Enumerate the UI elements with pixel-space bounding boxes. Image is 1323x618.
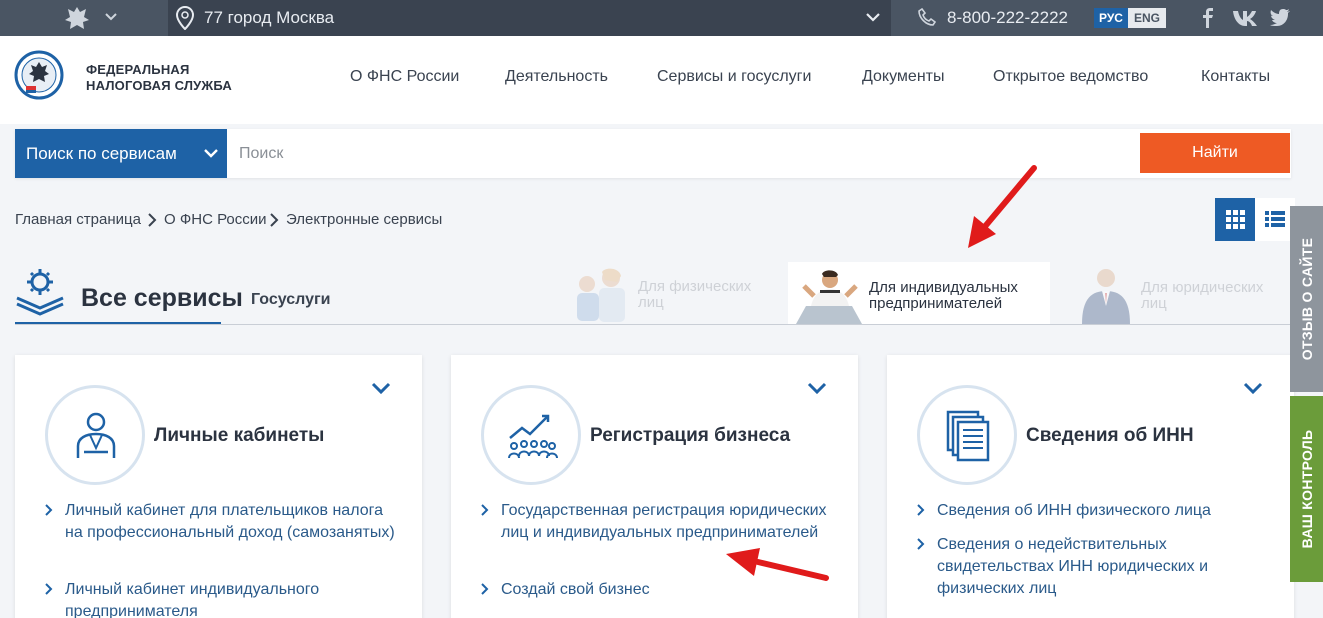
audience-entrepreneurs-line2: предпринимателей — [869, 295, 1003, 312]
twitter-icon[interactable] — [1270, 8, 1290, 26]
nav-open-agency[interactable]: Открытое ведомство — [993, 68, 1148, 86]
businessman-photo — [1082, 269, 1130, 324]
card-icon-circle — [481, 385, 581, 485]
feedback-side-tab[interactable]: ОТЗЫВ О САЙТЕ — [1290, 206, 1323, 392]
annotation-arrow — [968, 165, 1037, 248]
chevron-right-icon — [481, 583, 489, 595]
chevron-down-icon[interactable] — [807, 381, 827, 395]
region-label: 77 город Москва — [204, 8, 335, 27]
family-photo — [577, 268, 625, 322]
nav-activity[interactable]: Деятельность — [505, 68, 608, 86]
chevron-right-icon — [270, 213, 279, 227]
link-inn-individual[interactable]: Сведения об ИНН физического лица — [937, 500, 1267, 522]
list-icon — [1265, 211, 1285, 227]
breadcrumb-current: Электронные сервисы — [286, 211, 443, 228]
audience-individuals-line1: Для физических — [638, 278, 752, 295]
business-growth-icon — [508, 414, 558, 459]
emblem-icon[interactable] — [62, 4, 92, 32]
nav-documents[interactable]: Документы — [862, 68, 944, 86]
grid-icon — [1226, 210, 1245, 229]
link-state-registration[interactable]: Государственная регистрация юридических … — [501, 500, 831, 544]
audience-individuals[interactable]: Для физических лиц — [565, 262, 785, 324]
search-bar: Поиск по сервисам Найти — [15, 129, 1291, 178]
grid-view-button[interactable] — [1215, 198, 1255, 241]
card-icon-circle — [917, 385, 1017, 485]
chevron-down-icon[interactable] — [371, 381, 391, 395]
annotation-arrow — [726, 548, 829, 581]
card-personal-accounts: Личные кабинеты Личный кабинет для плате… — [15, 355, 422, 618]
audience-legal-line2: лиц — [1141, 295, 1167, 312]
tab-gosuslugi[interactable]: Госуслуги — [251, 291, 330, 309]
card-icon-circle — [45, 385, 145, 485]
audience-entrepreneurs[interactable]: Для индивидуальных предпринимателей — [788, 262, 1050, 324]
phone-icon — [918, 8, 936, 26]
logo-text-line2: НАЛОГОВАЯ СЛУЖБА — [86, 78, 233, 93]
breadcrumb-home[interactable]: Главная страница — [15, 211, 141, 228]
feedback-side-label: ОТЗЫВ О САЙТЕ — [1298, 237, 1315, 361]
location-pin-icon — [176, 6, 194, 30]
vk-icon[interactable] — [1232, 8, 1260, 28]
breadcrumb-about[interactable]: О ФНС России — [164, 211, 267, 228]
chevron-down-icon — [866, 13, 880, 22]
link-invalid-inn-certificates[interactable]: Сведения о недействительных свидетельств… — [937, 534, 1267, 600]
nav-contacts[interactable]: Контакты — [1201, 68, 1270, 86]
facebook-icon[interactable] — [1202, 8, 1214, 28]
card-title: Сведения об ИНН — [1026, 425, 1194, 446]
person-icon — [76, 412, 116, 458]
lang-ru-button[interactable]: РУС — [1094, 8, 1128, 28]
audience-individuals-line2: лиц — [638, 294, 664, 311]
search-scope-label: Поиск по сервисам — [26, 144, 177, 163]
logo-text-line1: ФЕДЕРАЛЬНАЯ — [86, 62, 190, 77]
entrepreneur-photo — [796, 270, 862, 324]
audience-entrepreneurs-line1: Для индивидуальных — [869, 279, 1018, 296]
region-selector[interactable]: 77 город Москва — [168, 0, 891, 36]
link-self-employed-cabinet[interactable]: Личный кабинет для плательщиков налога н… — [65, 500, 395, 544]
chevron-right-icon — [148, 213, 157, 227]
lang-en-button[interactable]: ENG — [1128, 8, 1166, 28]
search-scope-select[interactable]: Поиск по сервисам — [15, 129, 227, 178]
chevron-right-icon — [917, 538, 925, 550]
card-title: Личные кабинеты — [154, 425, 325, 446]
card-title: Регистрация бизнеса — [590, 425, 791, 446]
list-view-button[interactable] — [1255, 198, 1295, 241]
nav-services[interactable]: Сервисы и госуслуги — [657, 68, 811, 86]
site-header: ФЕДЕРАЛЬНАЯ НАЛОГОВАЯ СЛУЖБА О ФНС Росси… — [0, 36, 1323, 124]
nav-about[interactable]: О ФНС России — [350, 68, 459, 86]
chevron-right-icon — [45, 583, 53, 595]
audience-legal-line1: Для юридических — [1141, 279, 1264, 296]
tabs-divider — [15, 324, 1291, 325]
your-control-side-tab[interactable]: ВАШ КОНТРОЛЬ — [1290, 396, 1323, 582]
card-inn-info: Сведения об ИНН Сведения об ИНН физическ… — [887, 355, 1294, 618]
fns-logo-icon[interactable] — [14, 50, 64, 100]
gear-stack-icon — [16, 269, 64, 316]
hotline-phone[interactable]: 8-800-222-2222 — [947, 8, 1068, 28]
link-entrepreneur-cabinet[interactable]: Личный кабинет индивидуального предприни… — [65, 579, 395, 618]
chevron-right-icon — [917, 504, 925, 516]
audience-legal-entities[interactable]: Для юридических лиц — [1070, 262, 1295, 324]
your-control-side-label: ВАШ КОНТРОЛЬ — [1298, 429, 1315, 549]
search-button[interactable]: Найти — [1140, 133, 1290, 173]
chevron-down-icon[interactable] — [1243, 381, 1263, 395]
chevron-right-icon — [481, 504, 489, 516]
chevron-down-icon[interactable] — [104, 9, 118, 25]
chevron-down-icon — [204, 149, 218, 158]
chevron-right-icon — [45, 504, 53, 516]
top-bar: 77 город Москва 8-800-222-2222 РУС ENG — [0, 0, 1323, 36]
documents-icon — [946, 410, 990, 462]
tab-all-services[interactable]: Все сервисы — [81, 284, 243, 313]
